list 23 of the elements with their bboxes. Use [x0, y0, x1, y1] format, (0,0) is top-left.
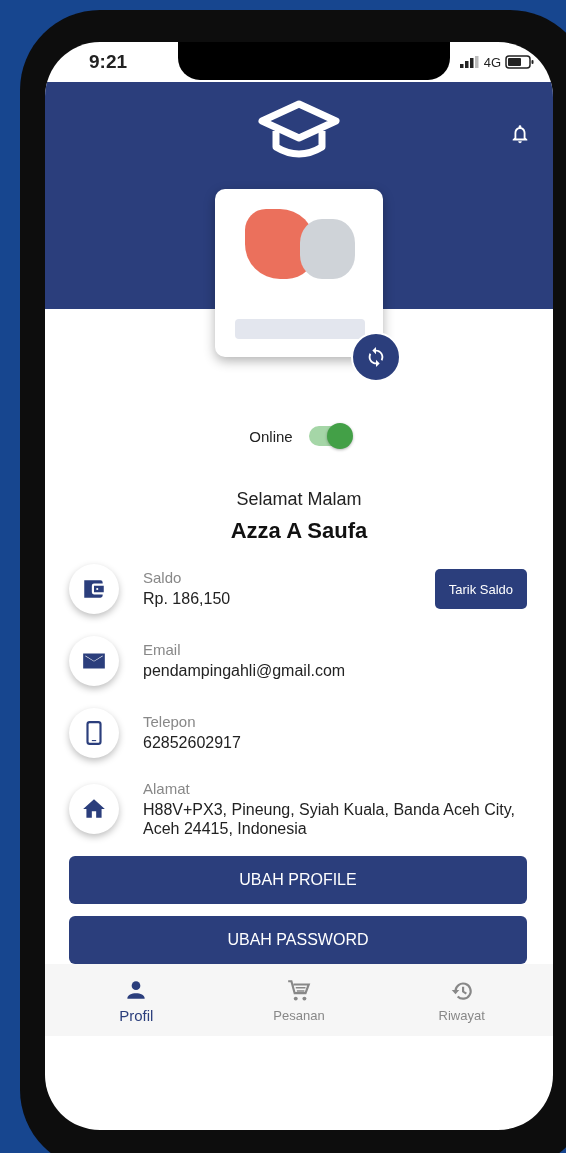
info-label: Email — [143, 641, 182, 659]
phone-icon — [69, 708, 119, 758]
signal-icon — [459, 56, 480, 68]
network-label: 4G — [483, 54, 501, 70]
info-label: Telepon — [143, 713, 197, 731]
info-value: pendampingahli@gmail.com — [143, 661, 347, 681]
home-icon — [69, 784, 119, 835]
withdraw-button[interactable]: Tarik Saldo — [434, 569, 527, 609]
greeting-text: Selamat Malam — [235, 489, 363, 510]
info-label: Alamat — [143, 780, 191, 797]
user-name: Azza A Saufa — [229, 518, 369, 544]
battery-icon — [505, 55, 535, 69]
action-button[interactable]: UBAH PASSWORD — [69, 916, 527, 965]
online-label: Online — [249, 427, 293, 445]
wallet-icon — [69, 564, 119, 614]
nav-tab[interactable]: Profil — [86, 976, 187, 1024]
action-button[interactable]: UBAH PROFILE — [69, 856, 527, 905]
info-value: Rp. 186,150 — [143, 589, 232, 609]
email-icon — [69, 636, 119, 686]
info-value: H88V+PX3, Pineung, Syiah Kuala, Banda Aceh City, Aceh 24415, Indonesia — [143, 800, 516, 839]
info-value: 62852602917 — [143, 733, 242, 753]
status-time: 9:21 — [89, 51, 129, 73]
info-label: Saldo — [143, 569, 183, 587]
